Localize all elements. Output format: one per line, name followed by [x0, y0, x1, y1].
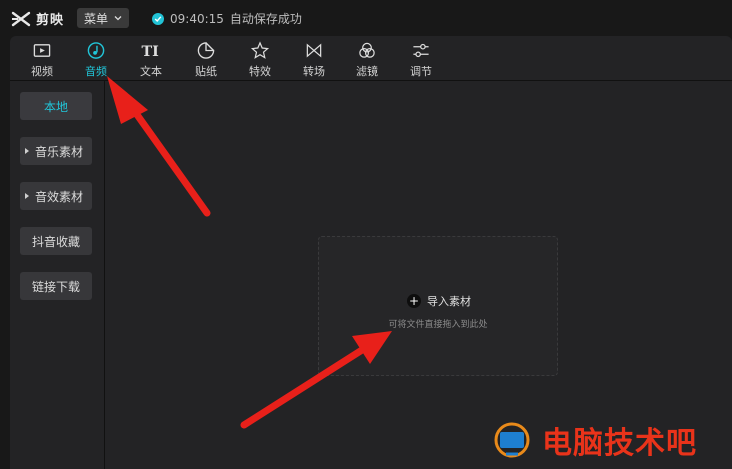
expand-triangle-icon — [25, 148, 29, 154]
svg-text:TI: TI — [142, 44, 160, 60]
tab-adjust-label: 调节 — [410, 65, 432, 78]
tab-audio-label: 音频 — [85, 65, 107, 78]
app-logo: 剪映 — [10, 9, 64, 28]
chevron-down-icon — [114, 16, 122, 21]
text-icon: TI — [142, 44, 160, 60]
media-panel: 视频 音频 TI 文本 贴纸 特效 转场 滤镜 调节 本地 音乐素材 音效素材 … — [10, 36, 732, 469]
expand-triangle-icon — [25, 193, 29, 199]
tab-text-label: 文本 — [140, 65, 162, 78]
sidebar-item-douyin-favorites[interactable]: 抖音收藏 — [20, 227, 92, 255]
audio-icon — [87, 42, 105, 59]
sidebar-item-label: 音乐素材 — [34, 144, 83, 159]
sidebar-item-label: 本地 — [43, 99, 68, 114]
autosave-status: 09:40:15 自动保存成功 — [152, 10, 302, 27]
tab-transition-label: 转场 — [303, 65, 325, 78]
import-label: 导入素材 — [427, 295, 471, 308]
title-bar: 剪映 菜单 09:40:15 自动保存成功 — [0, 0, 732, 36]
save-text: 自动保存成功 — [229, 12, 302, 26]
tab-sticker-label: 贴纸 — [195, 65, 217, 78]
filter-icon — [359, 42, 375, 58]
sticker-icon — [197, 42, 215, 59]
tab-adjust[interactable]: 调节 — [397, 39, 445, 79]
dropzone-hint: 可将文件直接拖入到此处 — [388, 320, 488, 330]
tab-video-label: 视频 — [31, 65, 53, 78]
check-circle-icon — [152, 12, 164, 25]
computer-logo-icon — [494, 422, 530, 458]
category-toolbar: 视频 音频 TI 文本 贴纸 特效 转场 滤镜 调节 — [10, 36, 732, 81]
adjust-icon — [413, 43, 429, 58]
watermark-text: 电脑技术吧 — [542, 426, 697, 461]
sidebar-item-local[interactable]: 本地 — [20, 92, 92, 120]
app-title: 剪映 — [36, 13, 65, 28]
tab-filter-label: 滤镜 — [356, 65, 378, 78]
tab-audio[interactable]: 音频 — [72, 39, 120, 79]
tab-effects-label: 特效 — [249, 65, 271, 78]
tab-text[interactable]: TI 文本 — [127, 39, 175, 79]
tab-video[interactable]: 视频 — [18, 39, 66, 79]
plus-icon: + — [407, 294, 421, 308]
sidebar-item-label: 链接下载 — [31, 279, 80, 294]
sidebar-item-label: 抖音收藏 — [31, 234, 80, 249]
tab-transition[interactable]: 转场 — [290, 39, 338, 79]
import-button[interactable]: + 导入素材 — [407, 293, 471, 309]
sidebar-item-music[interactable]: 音乐素材 — [20, 137, 92, 165]
video-icon — [33, 44, 51, 57]
sidebar-item-label: 音效素材 — [34, 189, 83, 204]
import-dropzone[interactable]: + 导入素材 可将文件直接拖入到此处 — [318, 236, 558, 376]
sidebar-item-link-download[interactable]: 链接下载 — [20, 272, 92, 300]
watermark: 电脑技术吧 — [490, 418, 697, 462]
transition-icon — [306, 43, 322, 58]
audio-sidebar: 本地 音乐素材 音效素材 抖音收藏 链接下载 — [10, 81, 105, 469]
capcut-logo-icon — [11, 11, 31, 26]
save-time: 09:40:15 — [170, 11, 224, 26]
tab-sticker[interactable]: 贴纸 — [182, 39, 230, 79]
tab-effects[interactable]: 特效 — [236, 39, 284, 79]
effects-icon — [250, 41, 270, 59]
sidebar-item-sound-effects[interactable]: 音效素材 — [20, 182, 92, 210]
tab-filter[interactable]: 滤镜 — [343, 39, 391, 79]
menu-dropdown[interactable]: 菜单 — [77, 8, 129, 28]
menu-label: 菜单 — [83, 11, 108, 26]
